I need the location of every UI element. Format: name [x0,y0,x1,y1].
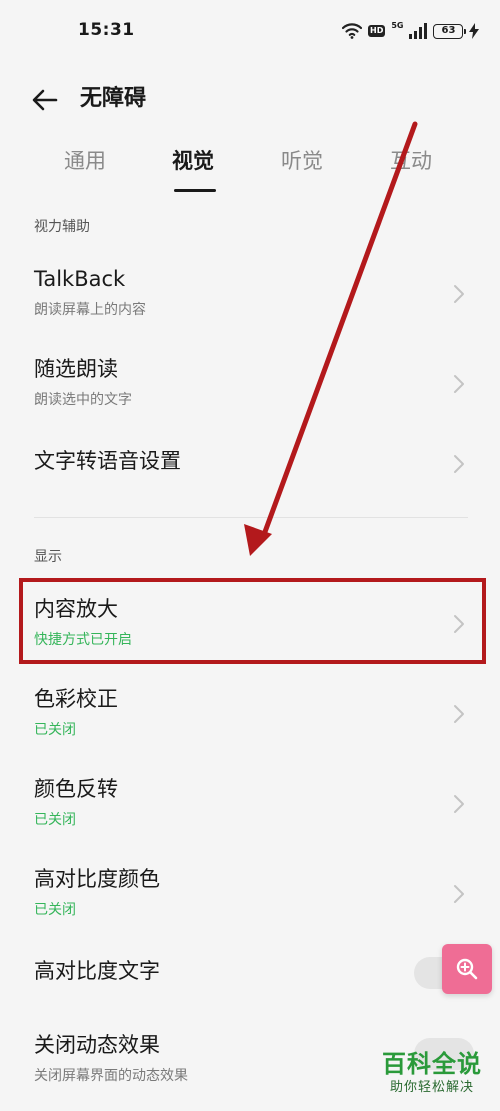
tab-bar: 通用 视觉 听觉 互动 [0,140,500,194]
chevron-right-icon [454,375,464,393]
item-subtitle: 朗读选中的文字 [34,392,132,408]
item-status: 已关闭 [34,812,76,828]
status-time: 15:31 [78,20,135,40]
item-status: 已关闭 [34,902,76,918]
signal-icon [409,23,428,39]
list-item-talkback[interactable]: TalkBack 朗读屏幕上的内容 [0,250,500,336]
battery-level: 63 [441,25,456,36]
item-subtitle: 朗读屏幕上的内容 [34,302,146,318]
tab-general[interactable]: 通用 [64,146,106,176]
network-type: 5G [391,21,404,30]
watermark-title: 百科全说 [382,1050,482,1078]
list-item-color-inversion[interactable]: 颜色反转 已关闭 [0,760,500,846]
list-item-tts-settings[interactable]: 文字转语音设置 [0,420,500,506]
section-header-vision-assist: 视力辅助 [34,219,90,235]
status-icons: HD 5G 63 [342,20,480,42]
item-title: 文字转语音设置 [34,449,181,473]
chevron-right-icon [454,285,464,303]
item-status: 已关闭 [34,722,76,738]
tab-interaction[interactable]: 互动 [390,146,432,176]
tab-hearing[interactable]: 听觉 [281,146,323,176]
battery-icon: 63 [433,23,467,39]
section-header-display: 显示 [34,549,62,565]
hd-badge: HD [368,25,386,37]
tab-vision[interactable]: 视觉 [172,146,214,176]
list-item-color-correction[interactable]: 色彩校正 已关闭 [0,670,500,756]
charging-icon [469,23,480,39]
list-item-select-to-speak[interactable]: 随选朗读 朗读选中的文字 [0,340,500,426]
magnification-shortcut-button[interactable] [442,944,492,994]
section-divider [34,517,468,518]
chevron-right-icon [454,795,464,813]
item-subtitle: 关闭屏幕界面的动态效果 [34,1068,188,1084]
app-header: 无障碍 [0,70,500,130]
page-title: 无障碍 [80,86,147,111]
zoom-in-icon [456,958,478,980]
chevron-right-icon [454,455,464,473]
back-arrow-icon[interactable] [30,85,60,115]
item-title: 随选朗读 [34,357,118,381]
item-title: 高对比度文字 [34,959,160,983]
wifi-icon [342,23,362,39]
item-title: 关闭动态效果 [34,1033,160,1057]
list-item-high-contrast-color[interactable]: 高对比度颜色 已关闭 [0,850,500,936]
watermark-logo: 百科全说 助你轻松解决 [372,1049,492,1107]
item-title: TalkBack [34,267,126,291]
chevron-right-icon [454,885,464,903]
chevron-right-icon [454,705,464,723]
active-tab-indicator [174,189,216,192]
highlight-box [19,578,486,664]
watermark-subtitle: 助你轻松解决 [389,1080,474,1095]
status-bar: 15:31 HD 5G 63 [0,0,500,64]
item-title: 颜色反转 [34,777,118,801]
item-title: 高对比度颜色 [34,867,160,891]
item-title: 色彩校正 [34,687,118,711]
